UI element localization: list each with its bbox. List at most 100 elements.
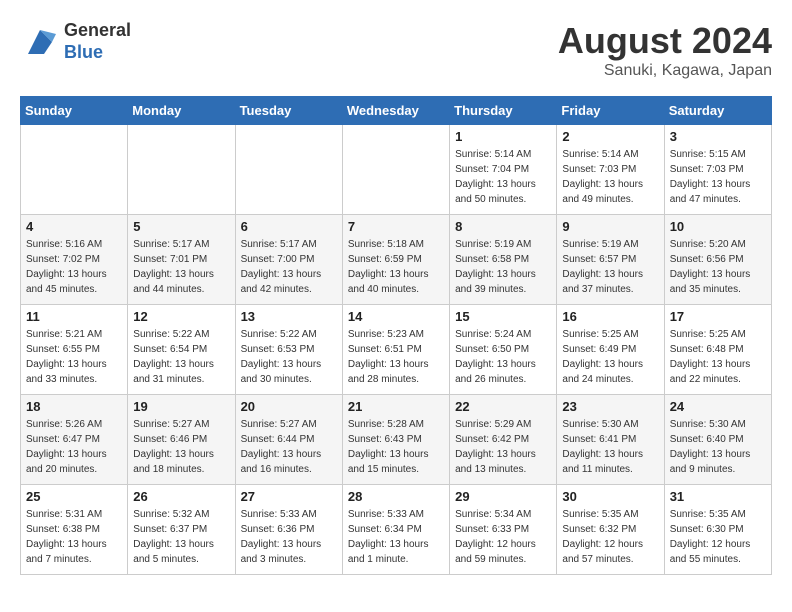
day-number: 16	[562, 309, 658, 324]
day-info: Sunrise: 5:33 AM Sunset: 6:36 PM Dayligh…	[241, 507, 337, 567]
day-number: 27	[241, 489, 337, 504]
calendar-cell: 8 Sunrise: 5:19 AM Sunset: 6:58 PM Daylig…	[450, 215, 557, 305]
day-info: Sunrise: 5:17 AM Sunset: 7:01 PM Dayligh…	[133, 237, 229, 297]
day-info: Sunrise: 5:17 AM Sunset: 7:00 PM Dayligh…	[241, 237, 337, 297]
day-number: 25	[26, 489, 122, 504]
calendar-cell: 9 Sunrise: 5:19 AM Sunset: 6:57 PM Daylig…	[557, 215, 664, 305]
day-number: 22	[455, 399, 551, 414]
day-number: 4	[26, 219, 122, 234]
day-info: Sunrise: 5:19 AM Sunset: 6:57 PM Dayligh…	[562, 237, 658, 297]
day-info: Sunrise: 5:30 AM Sunset: 6:40 PM Dayligh…	[670, 417, 766, 477]
day-info: Sunrise: 5:23 AM Sunset: 6:51 PM Dayligh…	[348, 327, 444, 387]
calendar-cell: 17Sunrise: 5:25 AM Sunset: 6:48 PM Dayli…	[664, 305, 771, 395]
day-number: 19	[133, 399, 229, 414]
day-info: Sunrise: 5:26 AM Sunset: 6:47 PM Dayligh…	[26, 417, 122, 477]
day-info: Sunrise: 5:15 AM Sunset: 7:03 PM Dayligh…	[670, 147, 766, 207]
day-info: Sunrise: 5:28 AM Sunset: 6:43 PM Dayligh…	[348, 417, 444, 477]
calendar-cell: 4Sunrise: 5:16 AM Sunset: 7:02 PM Daylig…	[21, 215, 128, 305]
day-number: 23	[562, 399, 658, 414]
day-number: 21	[348, 399, 444, 414]
day-info: Sunrise: 5:31 AM Sunset: 6:38 PM Dayligh…	[26, 507, 122, 567]
day-info: Sunrise: 5:14 AM Sunset: 7:03 PM Dayligh…	[562, 147, 658, 207]
day-info: Sunrise: 5:30 AM Sunset: 6:41 PM Dayligh…	[562, 417, 658, 477]
calendar-cell: 25 Sunrise: 5:31 AM Sunset: 6:38 PM Dayli…	[21, 485, 128, 575]
calendar-cell	[128, 125, 235, 215]
calendar-cell: 11 Sunrise: 5:21 AM Sunset: 6:55 PM Dayli…	[21, 305, 128, 395]
day-number: 28	[348, 489, 444, 504]
logo-icon	[20, 22, 60, 62]
day-number: 18	[26, 399, 122, 414]
calendar-cell: 23 Sunrise: 5:30 AM Sunset: 6:41 PM Dayli…	[557, 395, 664, 485]
day-number: 20	[241, 399, 337, 414]
weekday-header-sunday: Sunday	[21, 97, 128, 125]
calendar-cell: 16 Sunrise: 5:25 AM Sunset: 6:49 PM Dayli…	[557, 305, 664, 395]
day-number: 30	[562, 489, 658, 504]
day-number: 5	[133, 219, 229, 234]
calendar-week-4: 18 Sunrise: 5:26 AM Sunset: 6:47 PM Dayli…	[21, 395, 772, 485]
day-number: 24	[670, 399, 766, 414]
day-info: Sunrise: 5:35 AM Sunset: 6:32 PM Dayligh…	[562, 507, 658, 567]
calendar-table: SundayMondayTuesdayWednesdayThursdayFrid…	[20, 96, 772, 575]
calendar-cell: 24 Sunrise: 5:30 AM Sunset: 6:40 PM Dayli…	[664, 395, 771, 485]
calendar-cell: 28 Sunrise: 5:33 AM Sunset: 6:34 PM Dayli…	[342, 485, 449, 575]
logo-text: General Blue	[64, 20, 131, 63]
day-number: 6	[241, 219, 337, 234]
logo: General Blue	[20, 20, 131, 63]
weekday-header-row: SundayMondayTuesdayWednesdayThursdayFrid…	[21, 97, 772, 125]
calendar-cell: 31Sunrise: 5:35 AM Sunset: 6:30 PM Dayli…	[664, 485, 771, 575]
day-info: Sunrise: 5:25 AM Sunset: 6:49 PM Dayligh…	[562, 327, 658, 387]
weekday-header-wednesday: Wednesday	[342, 97, 449, 125]
calendar-cell: 19 Sunrise: 5:27 AM Sunset: 6:46 PM Dayli…	[128, 395, 235, 485]
day-number: 3	[670, 129, 766, 144]
weekday-header-tuesday: Tuesday	[235, 97, 342, 125]
calendar-week-2: 4Sunrise: 5:16 AM Sunset: 7:02 PM Daylig…	[21, 215, 772, 305]
calendar-week-1: 1 Sunrise: 5:14 AM Sunset: 7:04 PM Daylig…	[21, 125, 772, 215]
day-info: Sunrise: 5:35 AM Sunset: 6:30 PM Dayligh…	[670, 507, 766, 567]
calendar-cell: 10Sunrise: 5:20 AM Sunset: 6:56 PM Dayli…	[664, 215, 771, 305]
day-number: 11	[26, 309, 122, 324]
calendar-cell: 13 Sunrise: 5:22 AM Sunset: 6:53 PM Dayli…	[235, 305, 342, 395]
calendar-week-5: 25 Sunrise: 5:31 AM Sunset: 6:38 PM Dayli…	[21, 485, 772, 575]
day-number: 2	[562, 129, 658, 144]
calendar-cell: 21 Sunrise: 5:28 AM Sunset: 6:43 PM Dayli…	[342, 395, 449, 485]
day-info: Sunrise: 5:32 AM Sunset: 6:37 PM Dayligh…	[133, 507, 229, 567]
calendar-cell: 26Sunrise: 5:32 AM Sunset: 6:37 PM Dayli…	[128, 485, 235, 575]
day-number: 14	[348, 309, 444, 324]
calendar-cell: 29 Sunrise: 5:34 AM Sunset: 6:33 PM Dayli…	[450, 485, 557, 575]
day-number: 7	[348, 219, 444, 234]
day-info: Sunrise: 5:14 AM Sunset: 7:04 PM Dayligh…	[455, 147, 551, 207]
calendar-cell	[235, 125, 342, 215]
calendar-cell	[342, 125, 449, 215]
calendar-cell: 14 Sunrise: 5:23 AM Sunset: 6:51 PM Dayli…	[342, 305, 449, 395]
day-info: Sunrise: 5:18 AM Sunset: 6:59 PM Dayligh…	[348, 237, 444, 297]
day-info: Sunrise: 5:20 AM Sunset: 6:56 PM Dayligh…	[670, 237, 766, 297]
day-info: Sunrise: 5:27 AM Sunset: 6:46 PM Dayligh…	[133, 417, 229, 477]
day-number: 1	[455, 129, 551, 144]
day-info: Sunrise: 5:22 AM Sunset: 6:54 PM Dayligh…	[133, 327, 229, 387]
weekday-header-monday: Monday	[128, 97, 235, 125]
weekday-header-thursday: Thursday	[450, 97, 557, 125]
day-number: 8	[455, 219, 551, 234]
day-info: Sunrise: 5:27 AM Sunset: 6:44 PM Dayligh…	[241, 417, 337, 477]
calendar-cell: 6 Sunrise: 5:17 AM Sunset: 7:00 PM Daylig…	[235, 215, 342, 305]
calendar-cell: 30 Sunrise: 5:35 AM Sunset: 6:32 PM Dayli…	[557, 485, 664, 575]
calendar-week-3: 11 Sunrise: 5:21 AM Sunset: 6:55 PM Dayli…	[21, 305, 772, 395]
day-number: 9	[562, 219, 658, 234]
title-block: August 2024 Sanuki, Kagawa, Japan	[558, 20, 772, 80]
day-info: Sunrise: 5:33 AM Sunset: 6:34 PM Dayligh…	[348, 507, 444, 567]
day-number: 29	[455, 489, 551, 504]
calendar-cell: 12 Sunrise: 5:22 AM Sunset: 6:54 PM Dayli…	[128, 305, 235, 395]
day-info: Sunrise: 5:34 AM Sunset: 6:33 PM Dayligh…	[455, 507, 551, 567]
calendar-cell: 27 Sunrise: 5:33 AM Sunset: 6:36 PM Dayli…	[235, 485, 342, 575]
weekday-header-saturday: Saturday	[664, 97, 771, 125]
day-info: Sunrise: 5:25 AM Sunset: 6:48 PM Dayligh…	[670, 327, 766, 387]
day-info: Sunrise: 5:19 AM Sunset: 6:58 PM Dayligh…	[455, 237, 551, 297]
day-info: Sunrise: 5:22 AM Sunset: 6:53 PM Dayligh…	[241, 327, 337, 387]
calendar-cell: 22Sunrise: 5:29 AM Sunset: 6:42 PM Dayli…	[450, 395, 557, 485]
calendar-cell: 2 Sunrise: 5:14 AM Sunset: 7:03 PM Daylig…	[557, 125, 664, 215]
day-info: Sunrise: 5:21 AM Sunset: 6:55 PM Dayligh…	[26, 327, 122, 387]
weekday-header-friday: Friday	[557, 97, 664, 125]
day-number: 12	[133, 309, 229, 324]
day-number: 13	[241, 309, 337, 324]
calendar-cell: 1 Sunrise: 5:14 AM Sunset: 7:04 PM Daylig…	[450, 125, 557, 215]
